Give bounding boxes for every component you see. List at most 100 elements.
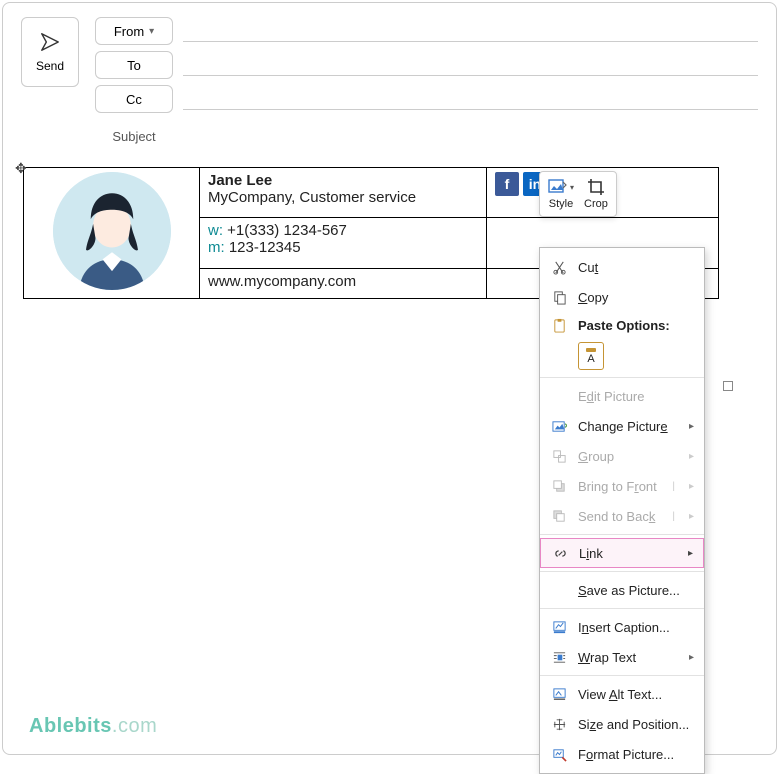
menu-send-to-back: Send to Back | ▸ bbox=[540, 501, 704, 531]
send-icon bbox=[39, 31, 61, 53]
to-input[interactable] bbox=[183, 54, 758, 76]
clipboard-top-icon bbox=[586, 348, 596, 352]
copy-icon bbox=[550, 288, 568, 306]
menu-wrap-text[interactable]: Wrap Text ▸ bbox=[540, 642, 704, 672]
crop-button[interactable]: Crop bbox=[584, 178, 608, 210]
send-button[interactable]: Send bbox=[21, 17, 79, 87]
submenu-arrow-icon: ▸ bbox=[688, 548, 693, 559]
bring-front-icon bbox=[550, 477, 568, 495]
from-button[interactable]: From ▾ bbox=[95, 17, 173, 45]
menu-copy-label: Copy bbox=[578, 290, 694, 305]
menu-link-label: Link bbox=[579, 546, 678, 561]
facebook-icon[interactable]: f bbox=[495, 172, 519, 196]
menu-send-back-label: Send to Back bbox=[578, 509, 662, 524]
style-button[interactable]: ▾ Style bbox=[548, 178, 574, 210]
to-row: To bbox=[95, 51, 758, 79]
cut-icon bbox=[550, 258, 568, 276]
submenu-arrow-icon: ▸ bbox=[689, 511, 694, 522]
crop-icon bbox=[586, 178, 606, 196]
to-label: To bbox=[127, 58, 141, 73]
watermark: Ablebits.com bbox=[29, 715, 157, 738]
cc-row: Cc bbox=[95, 85, 758, 113]
alt-text-icon bbox=[550, 685, 568, 703]
picture-float-toolbar: ▾ Style Crop bbox=[539, 171, 617, 217]
paste-options-row: A bbox=[540, 338, 704, 374]
caption-icon bbox=[550, 618, 568, 636]
paste-a-glyph: A bbox=[587, 354, 594, 365]
menu-view-alt-text[interactable]: View Alt Text... bbox=[540, 679, 704, 709]
cc-input[interactable] bbox=[183, 88, 758, 110]
change-picture-icon bbox=[550, 417, 568, 435]
menu-bring-to-front: Bring to Front | ▸ bbox=[540, 471, 704, 501]
avatar-image[interactable] bbox=[53, 172, 171, 290]
menu-alt-text-label: View Alt Text... bbox=[578, 687, 694, 702]
menu-copy[interactable]: Copy bbox=[540, 282, 704, 312]
to-button[interactable]: To bbox=[95, 51, 173, 79]
crop-label: Crop bbox=[584, 198, 608, 210]
style-label: Style bbox=[549, 198, 573, 210]
menu-separator bbox=[540, 608, 704, 609]
menu-separator bbox=[540, 377, 704, 378]
signature-name: Jane Lee bbox=[208, 172, 478, 189]
menu-save-as-picture[interactable]: Save as Picture... bbox=[540, 575, 704, 605]
menu-cut[interactable]: Cut bbox=[540, 252, 704, 282]
format-picture-icon bbox=[550, 745, 568, 763]
website-cell: www.mycompany.com bbox=[200, 268, 487, 298]
from-row: From ▾ bbox=[95, 17, 758, 45]
m-value: 123-12345 bbox=[225, 239, 301, 256]
selection-handle-icon[interactable] bbox=[723, 381, 733, 391]
w-prefix: w: bbox=[208, 222, 223, 239]
menu-cut-label: Cut bbox=[578, 260, 694, 275]
menu-separator bbox=[540, 534, 704, 535]
menu-insert-caption[interactable]: Insert Caption... bbox=[540, 612, 704, 642]
submenu-arrow-icon: ▸ bbox=[689, 421, 694, 432]
menu-caption-label: Insert Caption... bbox=[578, 620, 694, 635]
subject-row: Subject bbox=[95, 125, 758, 147]
submenu-arrow-icon: ▸ bbox=[689, 451, 694, 462]
chevron-down-icon: ▾ bbox=[570, 183, 574, 192]
menu-group-label: Group bbox=[578, 449, 679, 464]
menu-paste-options-heading: Paste Options: bbox=[540, 312, 704, 338]
signature-company: MyCompany, Customer service bbox=[208, 189, 478, 206]
watermark-domain: .com bbox=[112, 715, 157, 737]
chevron-down-icon: ▾ bbox=[149, 26, 154, 37]
subject-label: Subject bbox=[95, 129, 173, 144]
cc-button[interactable]: Cc bbox=[95, 85, 173, 113]
address-fields: From ▾ To Cc Subject bbox=[95, 17, 758, 147]
menu-change-picture[interactable]: Change Picture ▸ bbox=[540, 411, 704, 441]
subject-input[interactable] bbox=[183, 125, 758, 147]
size-position-icon bbox=[550, 715, 568, 733]
w-value: +1(333) 1234-567 bbox=[223, 222, 347, 239]
table-move-handle-icon[interactable]: ✥ bbox=[15, 160, 27, 177]
menu-link[interactable]: Link ▸ bbox=[540, 538, 704, 568]
menu-group: Group ▸ bbox=[540, 441, 704, 471]
signature-website: www.mycompany.com bbox=[208, 273, 356, 290]
paste-icon bbox=[550, 316, 568, 334]
group-icon bbox=[550, 447, 568, 465]
menu-format-picture[interactable]: Format Picture... bbox=[540, 739, 704, 769]
menu-size-position[interactable]: Size and Position... bbox=[540, 709, 704, 739]
from-input[interactable] bbox=[183, 20, 758, 42]
menu-edit-picture-label: Edit Picture bbox=[578, 389, 694, 404]
menu-save-picture-label: Save as Picture... bbox=[578, 583, 694, 598]
context-menu: Cut Copy Paste Options: A Edit Picture C… bbox=[539, 247, 705, 774]
from-label: From bbox=[114, 24, 144, 39]
menu-separator bbox=[540, 571, 704, 572]
name-cell: Jane Lee MyCompany, Customer service bbox=[200, 168, 487, 218]
submenu-arrow-icon: ▸ bbox=[689, 652, 694, 663]
paste-keep-text-button[interactable]: A bbox=[578, 342, 604, 370]
cc-label: Cc bbox=[126, 92, 142, 107]
menu-bring-front-label: Bring to Front bbox=[578, 479, 662, 494]
m-prefix: m: bbox=[208, 239, 225, 256]
menu-size-label: Size and Position... bbox=[578, 717, 694, 732]
avatar-cell bbox=[24, 168, 200, 299]
menu-change-picture-label: Change Picture bbox=[578, 419, 679, 434]
compose-window: Send From ▾ To Cc bbox=[2, 2, 777, 755]
phones-cell: w: +1(333) 1234-567 m: 123-12345 bbox=[200, 218, 487, 268]
menu-format-label: Format Picture... bbox=[578, 747, 694, 762]
menu-edit-picture: Edit Picture bbox=[540, 381, 704, 411]
menu-paste-options-label: Paste Options: bbox=[578, 318, 670, 333]
submenu-arrow-icon: ▸ bbox=[689, 481, 694, 492]
send-label: Send bbox=[36, 59, 64, 73]
menu-wrap-label: Wrap Text bbox=[578, 650, 679, 665]
